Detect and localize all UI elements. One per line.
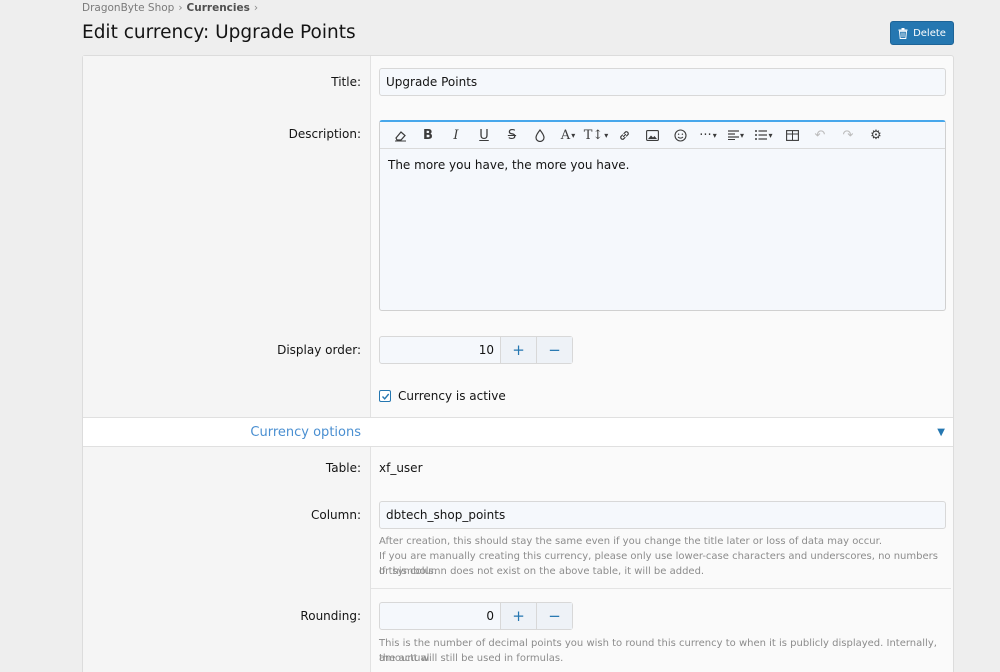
description-label: Description: — [288, 127, 361, 141]
delete-button-label: Delete — [913, 27, 946, 39]
title-input[interactable]: Upgrade Points — [379, 68, 946, 96]
description-text-area[interactable]: The more you have, the more you have. — [380, 149, 945, 181]
column-hint-3: If this column does not exist on the abo… — [379, 566, 705, 577]
rounding-stepper: 0 + − — [379, 602, 573, 630]
eraser-icon[interactable] — [386, 124, 414, 146]
rounding-label: Rounding: — [300, 609, 361, 623]
settings-icon[interactable]: ⚙ — [862, 124, 890, 146]
title-label: Title: — [331, 75, 361, 89]
breadcrumb-item-currencies[interactable]: Currencies — [187, 2, 250, 14]
page-title: Edit currency: Upgrade Points — [82, 22, 356, 43]
display-order-label: Display order: — [277, 343, 361, 357]
column-label: Column: — [311, 508, 361, 522]
currency-active-checkbox[interactable] — [379, 390, 391, 402]
edit-currency-form: Title: Upgrade Points Description: B I U… — [82, 55, 954, 672]
rounding-input[interactable]: 0 — [380, 603, 500, 629]
image-icon[interactable] — [638, 124, 666, 146]
bold-icon[interactable]: B — [414, 124, 442, 146]
italic-icon[interactable]: I — [442, 124, 470, 146]
breadcrumb-separator: › — [178, 2, 183, 14]
currency-active-label: Currency is active — [398, 389, 506, 403]
display-order-increment-button[interactable]: + — [500, 337, 536, 363]
delete-button[interactable]: Delete — [890, 21, 954, 45]
rounding-increment-button[interactable]: + — [500, 603, 536, 629]
editor-toolbar: B I U S A T↕ ··· — [380, 122, 945, 149]
color-icon[interactable] — [526, 124, 554, 146]
align-icon[interactable] — [722, 124, 750, 146]
strikethrough-icon[interactable]: S — [498, 124, 526, 146]
breadcrumb-separator: › — [253, 2, 259, 14]
description-editor: B I U S A T↕ ··· — [379, 120, 946, 311]
more-icon[interactable]: ··· — [694, 124, 722, 146]
link-icon[interactable] — [610, 124, 638, 146]
rounding-decrement-button[interactable]: − — [536, 603, 572, 629]
table-label: Table: — [325, 461, 361, 475]
checkmark-icon — [381, 393, 389, 400]
rounding-hint-2: amount will still be used in formulas. — [379, 653, 564, 664]
display-order-input[interactable]: 10 — [380, 337, 500, 363]
label-column — [83, 56, 371, 672]
column-hint-1: After creation, this should stay the sam… — [379, 536, 883, 547]
smilie-icon[interactable] — [666, 124, 694, 146]
table-value: xf_user — [379, 461, 423, 475]
breadcrumb: DragonByte Shop › Currencies › — [82, 2, 258, 14]
currency-active-option[interactable]: Currency is active — [379, 389, 506, 403]
font-size-icon[interactable]: T↕ — [582, 124, 610, 146]
font-family-icon[interactable]: A — [554, 124, 582, 146]
display-order-decrement-button[interactable]: − — [536, 337, 572, 363]
list-icon[interactable] — [750, 124, 778, 146]
column-input[interactable]: dbtech_shop_points — [379, 501, 946, 529]
redo-icon[interactable]: ↷ — [834, 124, 862, 146]
chevron-down-icon[interactable]: ▼ — [937, 427, 945, 438]
undo-icon[interactable]: ↶ — [806, 124, 834, 146]
table-icon[interactable] — [778, 124, 806, 146]
display-order-stepper: 10 + − — [379, 336, 573, 364]
underline-icon[interactable]: U — [470, 124, 498, 146]
row-divider — [371, 588, 951, 589]
trash-icon — [898, 27, 908, 39]
currency-options-header[interactable]: Currency options ▼ — [83, 417, 953, 447]
currency-options-title: Currency options — [250, 425, 361, 440]
breadcrumb-item-shop[interactable]: DragonByte Shop — [82, 2, 174, 14]
